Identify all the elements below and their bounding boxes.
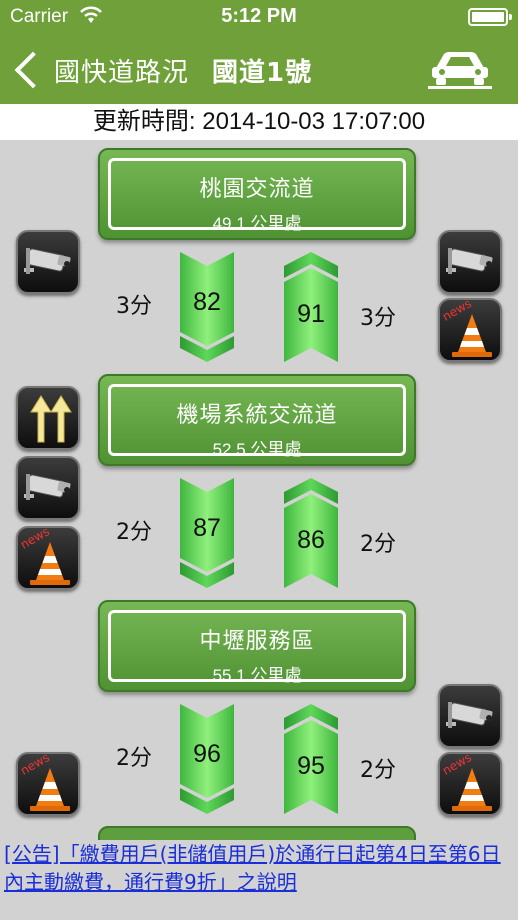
interchange-sign[interactable]: 中壢服務區 55.1 公里處 bbox=[98, 600, 416, 692]
camera-icon[interactable] bbox=[438, 684, 502, 748]
back-button[interactable]: 國快道路況 bbox=[12, 48, 189, 92]
interchange-name: 中壢服務區 bbox=[199, 629, 315, 654]
interchange-km: 52.5 公里處 bbox=[212, 440, 302, 459]
southbound-travel-time: 2分 bbox=[116, 746, 152, 771]
back-label: 國快道路況 bbox=[54, 57, 190, 88]
northbound-speed: 91 bbox=[297, 300, 325, 328]
lane-arrows-icon[interactable] bbox=[16, 386, 80, 450]
news-cone-icon[interactable]: news bbox=[16, 526, 80, 590]
news-cone-icon[interactable]: news bbox=[438, 752, 502, 816]
southbound-speed: 87 bbox=[193, 514, 221, 542]
nav-bar: 國快道路況 國道1號 bbox=[0, 36, 518, 104]
chevron-left-icon bbox=[14, 51, 52, 89]
southbound-speed: 82 bbox=[193, 288, 221, 316]
status-bar: Carrier 5:12 PM bbox=[0, 0, 518, 36]
northbound-speed: 86 bbox=[297, 526, 325, 554]
interchange-name: 桃園交流道 bbox=[199, 177, 315, 202]
camera-icon[interactable] bbox=[16, 230, 80, 294]
interchange-sign[interactable]: 桃園交流道 49.1 公里處 bbox=[98, 148, 416, 240]
news-label: news bbox=[18, 754, 52, 778]
battery-icon bbox=[468, 8, 512, 26]
update-time-label: 更新時間: bbox=[92, 108, 196, 135]
interchange-km: 55.1 公里處 bbox=[212, 666, 302, 685]
page-title: 國道1號 bbox=[212, 58, 313, 88]
camera-icon[interactable] bbox=[16, 456, 80, 520]
car-icon[interactable] bbox=[428, 46, 492, 90]
clock: 5:12 PM bbox=[221, 5, 297, 27]
northbound-travel-time: 2分 bbox=[360, 532, 396, 557]
southbound-travel-time: 3分 bbox=[116, 294, 152, 319]
news-cone-icon[interactable]: news bbox=[438, 298, 502, 362]
interchange-name: 機場系統交流道 bbox=[176, 403, 338, 428]
interchange-sign[interactable]: 機場系統交流道 52.5 公里處 bbox=[98, 374, 416, 466]
camera-icon[interactable] bbox=[438, 230, 502, 294]
update-time-bar: 更新時間: 2014-10-03 17:07:00 bbox=[0, 104, 518, 140]
news-label: news bbox=[440, 754, 474, 778]
news-label: news bbox=[440, 300, 474, 324]
update-time-value: 2014-10-03 17:07:00 bbox=[202, 108, 426, 135]
announcement-link[interactable]: [公告]「繳費用戶(非儲值用戶)於通行日起第4日至第6日內主動繳費，通行費9折」… bbox=[0, 840, 518, 920]
news-cone-icon[interactable]: news bbox=[16, 752, 80, 816]
news-label: news bbox=[18, 528, 52, 552]
southbound-speed: 96 bbox=[193, 740, 221, 768]
interchange-km: 49.1 公里處 bbox=[212, 214, 302, 233]
northbound-speed: 95 bbox=[297, 752, 325, 780]
northbound-travel-time: 2分 bbox=[360, 758, 396, 783]
southbound-travel-time: 2分 bbox=[116, 520, 152, 545]
northbound-travel-time: 3分 bbox=[360, 306, 396, 331]
